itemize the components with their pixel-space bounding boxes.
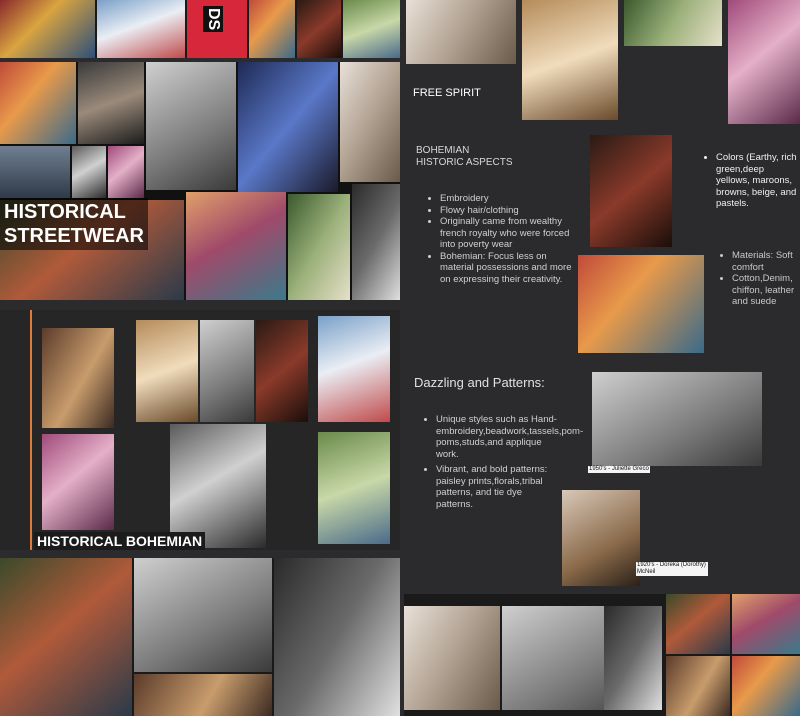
photo-collage-3 <box>666 656 730 716</box>
bohemian-label: HISTORICAL BOHEMIAN <box>34 532 206 550</box>
photo-bottom-3 <box>134 674 272 716</box>
colors-bullet: Colors (Earthy, rich green,deep yellows,… <box>716 152 800 210</box>
photo-collage-2 <box>732 594 800 654</box>
photo-street-5 <box>340 62 400 182</box>
materials-bullet-1: Materials: Soft comfort <box>732 250 800 273</box>
streetwear-collage: HISTORICAL STREETWEAR <box>0 62 400 300</box>
photo-street-12 <box>352 184 400 300</box>
streetwear-title: HISTORICAL STREETWEAR <box>0 198 190 250</box>
photo-right-top-4 <box>728 0 800 124</box>
photo-top-5 <box>343 0 400 58</box>
materials-list: Materials: Soft comfort Cotton,Denim, ch… <box>716 250 800 308</box>
accent-line <box>30 310 32 550</box>
photo-street-8 <box>108 146 144 198</box>
photo-afro-portrait <box>578 255 704 353</box>
historic-aspects-list: Embroidery Flowy hair/clothing Originall… <box>422 193 582 285</box>
photo-street-4 <box>238 62 338 192</box>
photo-juliette-greco <box>592 372 762 466</box>
photo-boho-1 <box>42 328 114 428</box>
photo-top-1 <box>0 0 95 58</box>
photo-right-top-2 <box>522 0 618 120</box>
bottom-left-strip <box>0 558 400 716</box>
photo-runway-1 <box>404 606 500 710</box>
photo-top-3 <box>249 0 295 58</box>
ds-label: DS <box>203 6 223 33</box>
photo-right-top-1 <box>406 0 516 64</box>
photo-bottom-2 <box>134 558 272 672</box>
photo-collage-4 <box>732 656 800 716</box>
historic-aspects-heading-line2: HISTORIC ASPECTS <box>416 157 513 168</box>
photo-bottom-1 <box>0 558 132 716</box>
streetwear-title-text: HISTORICAL STREETWEAR <box>0 198 148 250</box>
aspect-bullet-2: Flowy hair/clothing <box>440 205 582 217</box>
photo-boho-6 <box>42 434 114 530</box>
caption-mcneil: 1920's - Doreka (Dorothy) McNeil <box>636 562 708 576</box>
ds-block: DS <box>187 0 247 58</box>
photo-right-top-3 <box>624 0 722 46</box>
photo-bottom-4 <box>274 558 400 716</box>
bohemian-collage: HISTORICAL BOHEMIAN <box>0 310 400 550</box>
historic-aspects-heading-line1: BOHEMIAN <box>416 145 470 156</box>
historic-aspects-heading: BOHEMIAN HISTORIC ASPECTS <box>416 145 513 169</box>
photo-street-3 <box>146 62 236 190</box>
photo-street-2 <box>78 62 144 144</box>
dazzling-list: Unique styles such as Hand-embroidery,be… <box>418 414 583 510</box>
photo-street-10 <box>186 192 286 300</box>
photo-top-4 <box>297 0 341 58</box>
photo-street-6 <box>0 146 70 198</box>
dazzling-bullet-2: Vibrant, and bold patterns: paisley prin… <box>436 464 558 510</box>
photo-boho-8 <box>318 432 390 544</box>
aspect-bullet-3: Originally came from wealthy french roya… <box>440 216 582 251</box>
photo-collage-1 <box>666 594 730 654</box>
photo-boho-3 <box>200 320 254 422</box>
dazzling-heading: Dazzling and Patterns: <box>414 375 545 390</box>
colors-list: Colors (Earthy, rich green,deep yellows,… <box>700 152 800 210</box>
bottom-right-strip <box>404 594 800 716</box>
aspect-bullet-4: Bohemian: Focus less on material possess… <box>440 251 582 286</box>
top-strip: DS <box>0 0 400 58</box>
caption-greco: 1950's - Juliette Greco <box>588 466 650 473</box>
photo-dorothy-mcneil <box>562 490 640 586</box>
photo-boho-2 <box>136 320 198 422</box>
aspect-bullet-1: Embroidery <box>440 193 582 205</box>
photo-street-1 <box>0 62 76 144</box>
photo-boho-7 <box>170 424 266 548</box>
materials-bullet-2: Cotton,Denim, chiffon, leather and suede <box>732 273 800 308</box>
photo-portrait-red <box>590 135 672 247</box>
photo-runway-3 <box>604 606 662 710</box>
photo-top-2 <box>97 0 185 58</box>
photo-street-7 <box>72 146 106 198</box>
free-spirit-label: FREE SPIRIT <box>413 87 481 99</box>
photo-boho-4 <box>256 320 308 422</box>
dazzling-bullet-1: Unique styles such as Hand-embroidery,be… <box>436 414 583 460</box>
photo-street-11 <box>288 194 350 300</box>
photo-boho-5 <box>318 316 390 422</box>
